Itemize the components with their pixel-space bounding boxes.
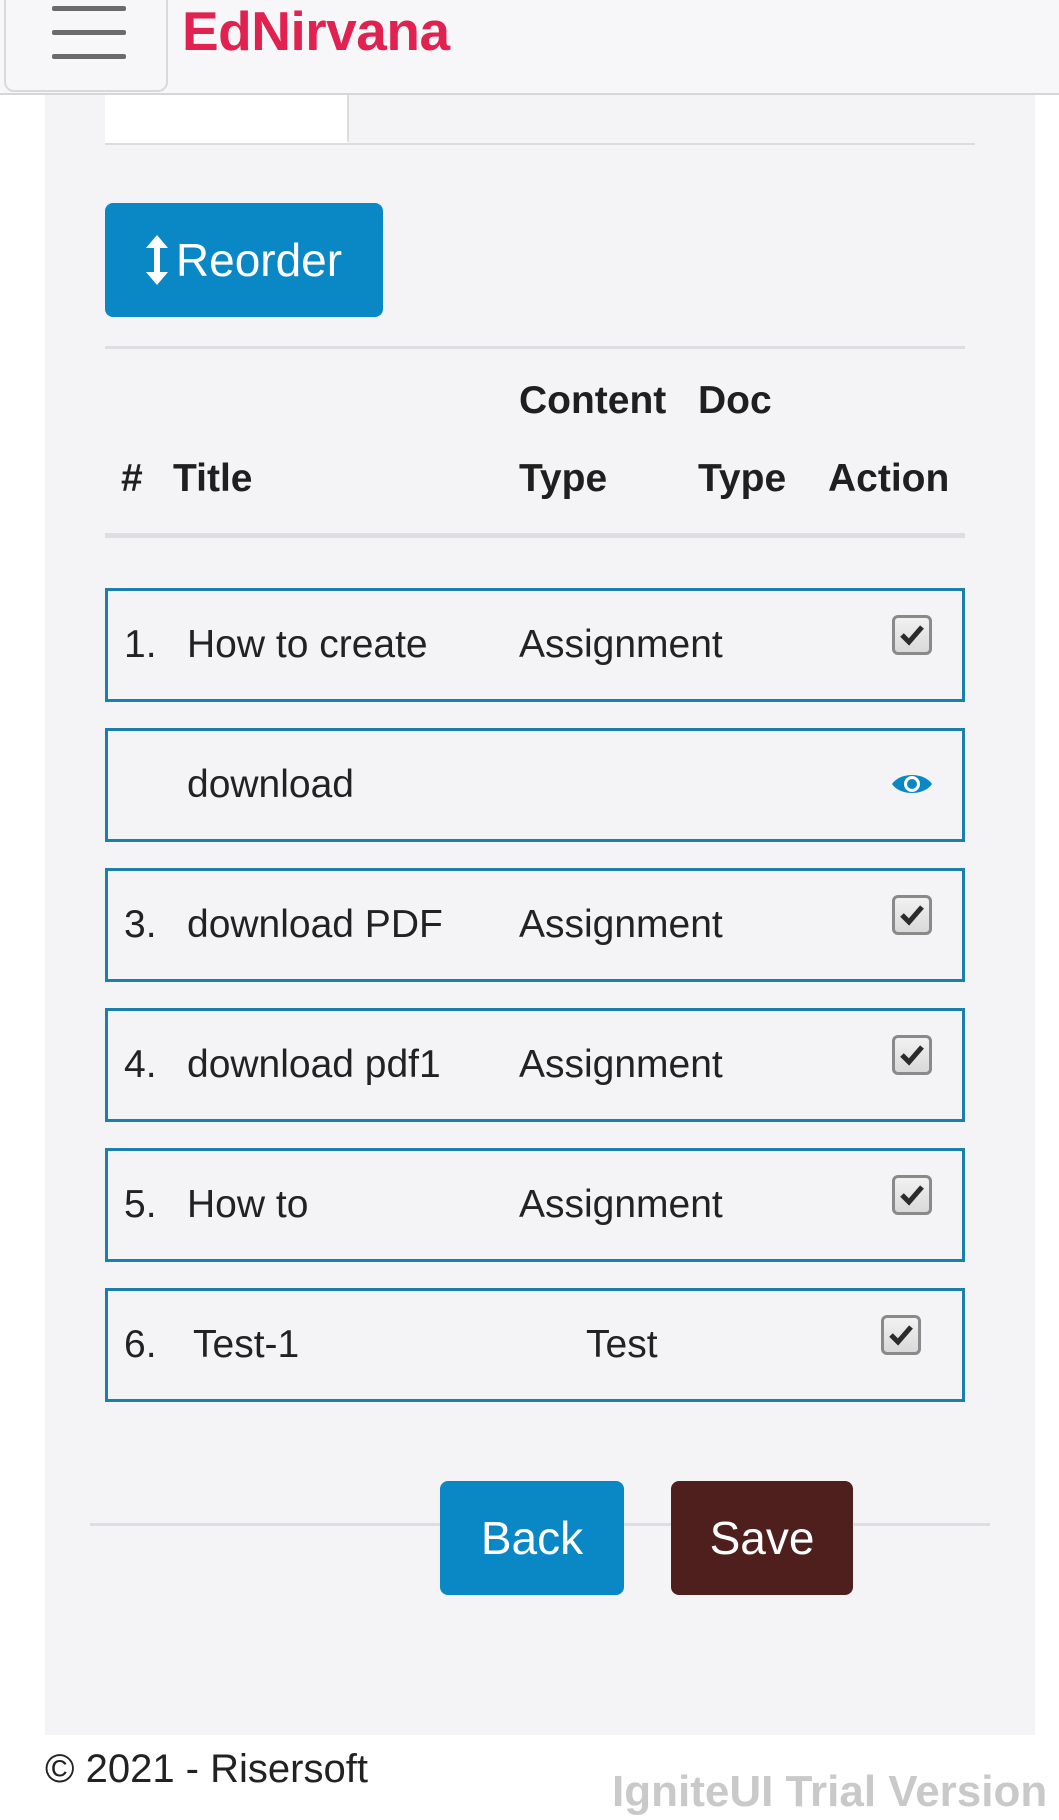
row-title: How to: [187, 1183, 309, 1226]
table-row[interactable]: 6. Test-1 Test: [105, 1288, 965, 1402]
row-select-checkbox[interactable]: [892, 1175, 932, 1215]
menu-icon-bar: [52, 54, 126, 59]
table-row[interactable]: download: [105, 728, 965, 842]
save-button[interactable]: Save: [671, 1481, 853, 1595]
check-icon: [900, 1185, 924, 1206]
row-content-type: Assignment: [519, 1183, 723, 1226]
check-icon: [889, 1325, 913, 1346]
row-content-type: Assignment: [519, 623, 723, 666]
header-title: Title: [173, 457, 253, 500]
table-row[interactable]: 1. How to create Assignment: [105, 588, 965, 702]
reorder-button[interactable]: Reorder: [105, 203, 383, 317]
row-title: download pdf1: [187, 1043, 441, 1086]
tab-strip: [105, 95, 975, 145]
row-title: download: [187, 763, 354, 806]
header-content-type-line1: Content: [519, 379, 667, 422]
tab-active[interactable]: [105, 95, 349, 143]
header-doc-type-line2: Type: [698, 457, 787, 500]
row-content-type: Assignment: [519, 903, 723, 946]
row-select-checkbox[interactable]: [892, 895, 932, 935]
menu-icon: [52, 6, 126, 11]
row-number: 1.: [124, 623, 157, 666]
arrows-vertical-icon: [145, 235, 168, 285]
row-select-checkbox[interactable]: [892, 615, 932, 655]
table-row[interactable]: 3. download PDF Assignment: [105, 868, 965, 982]
row-number: 3.: [124, 903, 157, 946]
row-number: 6.: [124, 1323, 157, 1366]
header-doc-type-line1: Doc: [698, 379, 772, 422]
row-content-type: Test: [586, 1323, 658, 1366]
table-header-bottom-rule: [105, 533, 965, 538]
footer-copyright: © 2021 - Risersoft: [45, 1747, 368, 1791]
back-button[interactable]: Back: [440, 1481, 624, 1595]
check-icon: [900, 625, 924, 646]
hamburger-menu-button[interactable]: [4, 0, 168, 92]
header-action: Action: [828, 457, 950, 500]
check-icon: [900, 1045, 924, 1066]
header-number: #: [121, 457, 143, 500]
table-row[interactable]: 4. download pdf1 Assignment: [105, 1008, 965, 1122]
reorder-button-label: Reorder: [175, 234, 343, 286]
trial-watermark: IgniteUI Trial Version: [612, 1767, 1048, 1816]
row-content-type: Assignment: [519, 1043, 723, 1086]
row-select-checkbox[interactable]: [881, 1315, 921, 1355]
menu-icon-bar: [52, 30, 126, 35]
eye-icon[interactable]: [890, 769, 934, 799]
header-content-type-line2: Type: [519, 457, 608, 500]
row-select-checkbox[interactable]: [892, 1035, 932, 1075]
row-title: Test-1: [193, 1323, 300, 1366]
row-number: 5.: [124, 1183, 157, 1226]
top-navbar: EdNirvana: [0, 0, 1059, 95]
row-title: How to create: [187, 623, 428, 666]
row-number: 4.: [124, 1043, 157, 1086]
check-icon: [900, 905, 924, 926]
table-header-top-rule: [105, 346, 965, 349]
table-row[interactable]: 5. How to Assignment: [105, 1148, 965, 1262]
brand-logo[interactable]: EdNirvana: [182, 0, 450, 62]
row-title: download PDF: [187, 903, 443, 946]
